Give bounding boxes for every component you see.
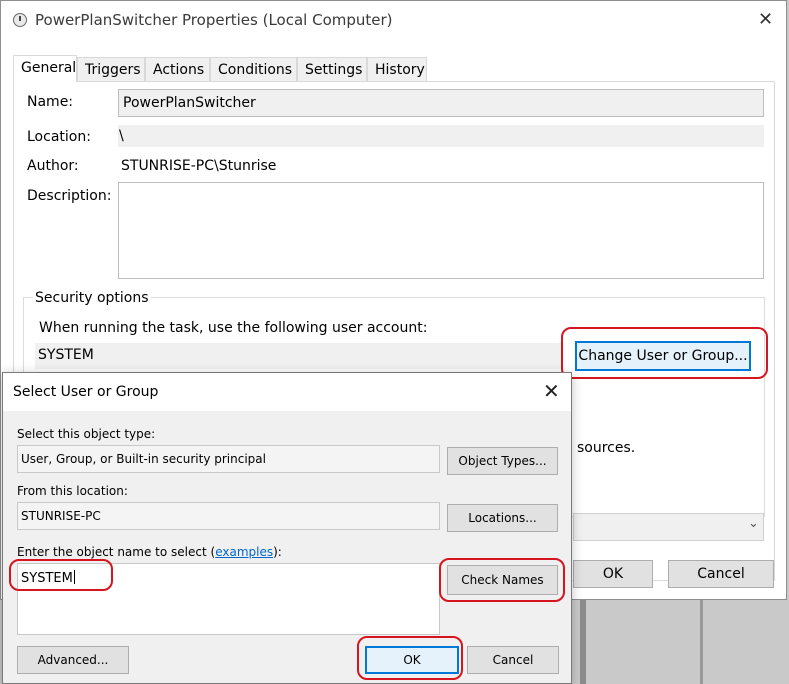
locations-button[interactable]: Locations... [447,504,558,532]
author-value: STUNRISE-PC\Stunrise [121,158,277,174]
object-type-label: Select this object type: [17,427,156,441]
description-label: Description: [27,188,112,204]
change-user-or-group-button[interactable]: Change User or Group... [575,341,751,371]
tab-general[interactable]: General [13,55,77,82]
background-window-edge-2 [700,600,703,684]
run-as-text: When running the task, use the following… [39,320,428,336]
object-type-value: User, Group, or Built-in security princi… [21,452,266,466]
select-user-or-group-dialog: Select User or Group ✕ Select this objec… [2,372,572,684]
check-names-button[interactable]: Check Names [447,565,558,595]
task-scheduler-icon [13,13,27,27]
cancel-button[interactable]: Cancel [467,646,559,674]
select-dialog-body: Select this object type: User, Group, or… [3,411,571,683]
partial-option-text: sources. [577,440,636,456]
properties-ok-button[interactable]: OK [573,560,653,588]
tab-settings[interactable]: Settings [297,57,367,81]
enter-name-prefix: Enter the object name to select ( [17,545,216,559]
object-type-field: User, Group, or Built-in security princi… [17,445,440,473]
enter-object-name-label: Enter the object name to select (example… [17,545,282,559]
tab-triggers[interactable]: Triggers [77,57,145,81]
chevron-down-icon: ⌄ [748,516,759,531]
location-label: Location: [27,129,91,145]
background-window-edge [580,600,586,684]
object-name-value: SYSTEM [21,570,75,586]
name-field[interactable]: PowerPlanSwitcher [118,89,764,117]
location-field: \ [118,125,764,147]
author-label: Author: [27,158,79,174]
description-field[interactable] [118,182,764,279]
properties-cancel-button[interactable]: Cancel [668,560,774,588]
name-label: Name: [27,94,74,110]
advanced-button[interactable]: Advanced... [17,646,129,674]
location-value: \ [119,128,124,144]
from-location-label: From this location: [17,484,128,498]
select-dialog-title: Select User or Group [13,384,159,400]
configure-for-dropdown[interactable]: ⌄ [573,513,764,541]
tab-actions[interactable]: Actions [145,57,210,81]
object-types-button[interactable]: Object Types... [447,447,558,475]
security-options-label: Security options [33,290,151,306]
text-cursor [73,570,75,584]
name-value: PowerPlanSwitcher [123,95,256,111]
ok-button[interactable]: OK [365,646,459,674]
properties-window-title: PowerPlanSwitcher Properties (Local Comp… [35,11,393,29]
location-field: STUNRISE-PC [17,502,440,530]
user-account-value: SYSTEM [38,347,94,363]
location-value: STUNRISE-PC [21,509,101,523]
close-icon[interactable]: ✕ [543,379,560,403]
enter-name-suffix: ): [273,545,282,559]
examples-link[interactable]: examples [215,545,273,559]
close-icon[interactable]: ✕ [758,9,773,30]
user-account-field: SYSTEM [35,343,563,369]
tab-conditions[interactable]: Conditions [210,57,297,81]
object-name-input[interactable]: SYSTEM [17,563,440,635]
tab-history[interactable]: History [367,57,427,81]
